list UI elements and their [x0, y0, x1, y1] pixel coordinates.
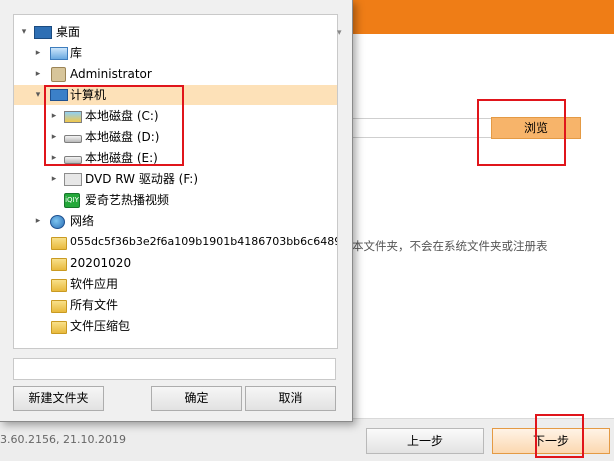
tree-item-folder[interactable]: 软件应用 — [14, 274, 337, 294]
annotation-box-browse — [477, 99, 566, 166]
tree-item-library[interactable]: ▸ 库 — [14, 43, 337, 63]
expand-icon[interactable]: ▸ — [33, 211, 43, 231]
scroll-down-icon[interactable]: ▾ — [337, 28, 347, 38]
tree-item-label: 所有文件 — [70, 298, 119, 312]
user-folder-icon — [51, 67, 66, 82]
folder-icon — [51, 321, 67, 334]
browse-folder-dialog: ▾ 桌面 ▸ 库 ▸ Administrator ▾ 计算机 ▸ 本地磁盘 (C… — [0, 0, 353, 422]
install-note-text: 本文件夹，不会在系统文件夹或注册表 — [352, 239, 548, 253]
expand-icon[interactable]: ▸ — [49, 169, 59, 189]
dvd-drive-icon — [64, 173, 82, 186]
library-folder-icon — [50, 47, 68, 60]
collapse-icon[interactable]: ▾ — [33, 85, 43, 105]
expand-icon[interactable]: ▸ — [33, 64, 43, 84]
tree-item-label: 文件压缩包 — [70, 319, 131, 333]
tree-item-label: 20201020 — [70, 256, 132, 270]
collapse-icon[interactable]: ▾ — [19, 22, 29, 42]
folder-icon — [51, 237, 67, 250]
version-text: 3.60.2156, 21.10.2019 — [0, 433, 126, 446]
tree-item-dvd-drive[interactable]: ▸ DVD RW 驱动器 (F:) — [14, 169, 337, 189]
cancel-button[interactable]: 取消 — [245, 386, 336, 411]
tree-item-folder[interactable]: 20201020 — [14, 253, 337, 273]
new-folder-button[interactable]: 新建文件夹 — [13, 386, 104, 411]
expand-icon[interactable]: ▸ — [33, 43, 43, 63]
previous-step-button[interactable]: 上一步 — [366, 428, 484, 454]
tree-item-folder[interactable]: 055dc5f36b3e2f6a109b1901b4186703bb6c6489 — [14, 232, 337, 252]
annotation-box-drives — [44, 85, 184, 166]
tree-item-network[interactable]: ▸ 网络 — [14, 211, 337, 231]
desktop-icon — [34, 26, 52, 39]
annotation-box-next — [535, 414, 584, 458]
folder-tree[interactable]: ▾ 桌面 ▸ 库 ▸ Administrator ▾ 计算机 ▸ 本地磁盘 (C… — [13, 14, 338, 349]
tree-item-label: 库 — [70, 46, 83, 60]
folder-name-field[interactable] — [13, 358, 336, 380]
tree-item-folder[interactable]: 所有文件 — [14, 295, 337, 315]
tree-item-iqiyi[interactable]: iQIY 爱奇艺热播视频 — [14, 190, 337, 210]
tree-item-label: Administrator — [70, 67, 152, 81]
tree-item-label: DVD RW 驱动器 (F:) — [85, 172, 199, 186]
tree-item-desktop[interactable]: ▾ 桌面 — [14, 22, 337, 42]
network-icon — [50, 215, 65, 229]
tree-item-administrator[interactable]: ▸ Administrator — [14, 64, 337, 84]
ok-button[interactable]: 确定 — [151, 386, 242, 411]
tree-item-label: 爱奇艺热播视频 — [85, 193, 170, 207]
tree-item-label: 桌面 — [56, 25, 81, 39]
iqiyi-icon: iQIY — [64, 193, 80, 208]
tree-item-label: 网络 — [70, 214, 95, 228]
folder-icon — [51, 258, 67, 271]
tree-item-label: 软件应用 — [70, 277, 119, 291]
folder-icon — [51, 279, 67, 292]
tree-item-label: 055dc5f36b3e2f6a109b1901b4186703bb6c6489 — [70, 235, 338, 248]
folder-icon — [51, 300, 67, 313]
tree-item-folder[interactable]: 文件压缩包 — [14, 316, 337, 336]
